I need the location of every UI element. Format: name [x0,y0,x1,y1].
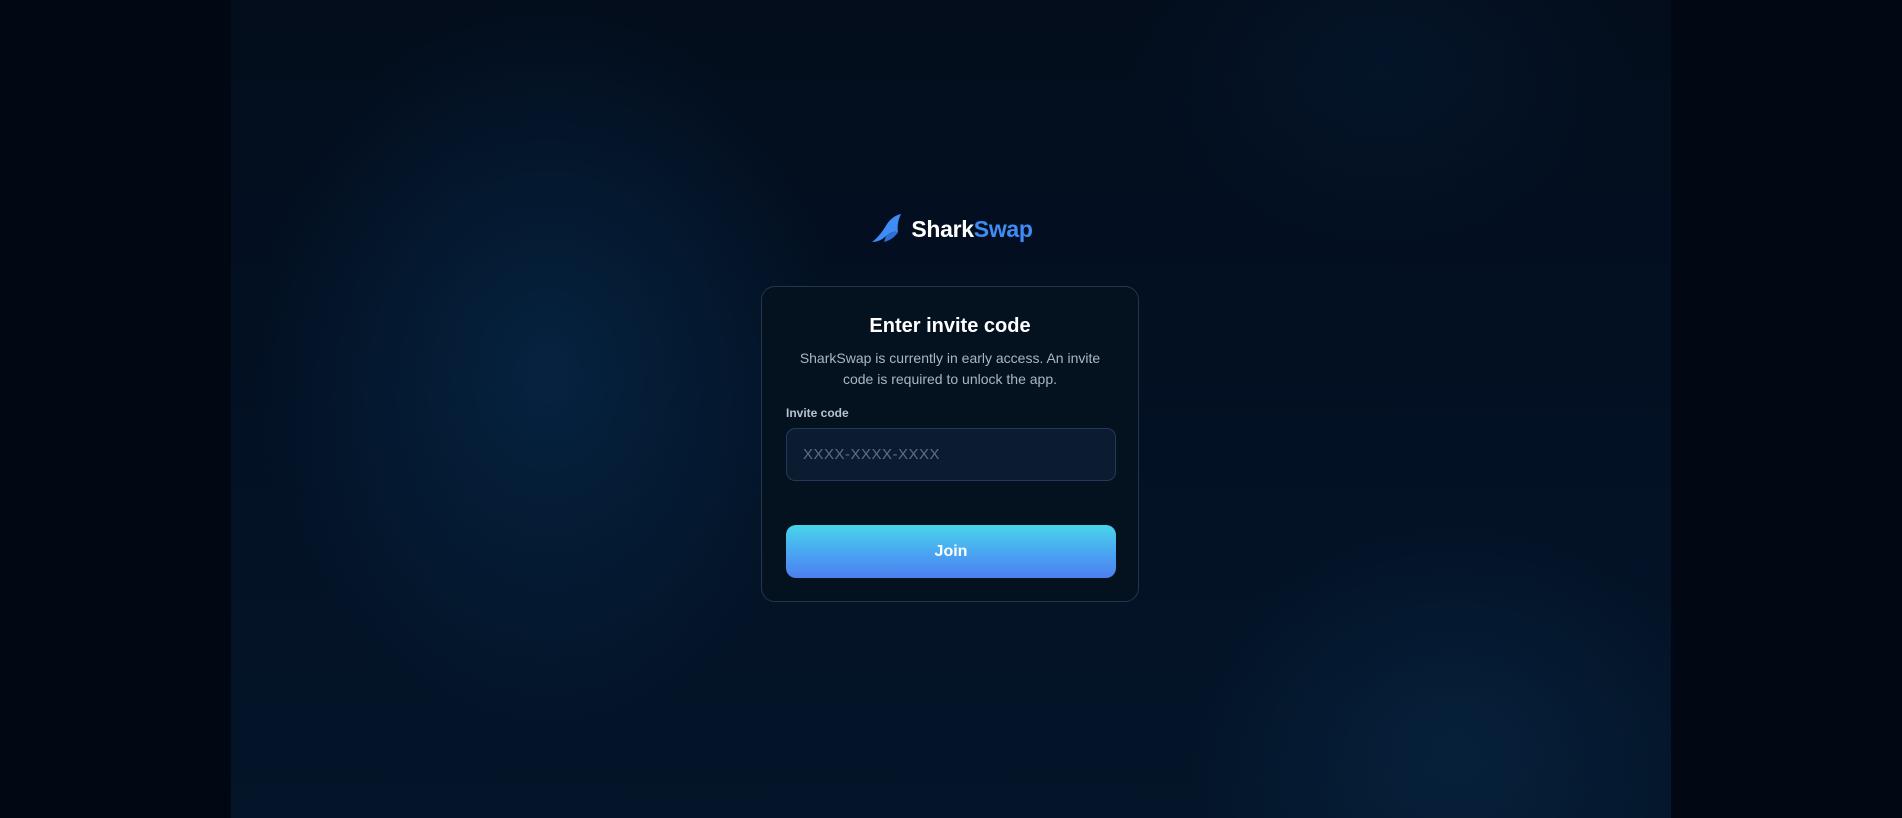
brand-name-primary: Shark [911,215,974,242]
invite-card: Enter invite code SharkSwap is currently… [761,286,1139,602]
invite-code-input[interactable] [786,428,1116,481]
shark-fin-icon [869,212,903,246]
card-subtitle: SharkSwap is currently in early access. … [799,350,1101,387]
brand-name: SharkSwap [911,215,1033,243]
join-button[interactable]: Join [786,525,1116,578]
brand-name-accent: Swap [973,215,1033,242]
brand-header: SharkSwap [0,212,1902,246]
background-left-panel [0,0,231,818]
invite-code-label: Invite code [786,406,849,420]
background-right-panel [1671,0,1902,818]
card-title: Enter invite code [869,315,1031,337]
